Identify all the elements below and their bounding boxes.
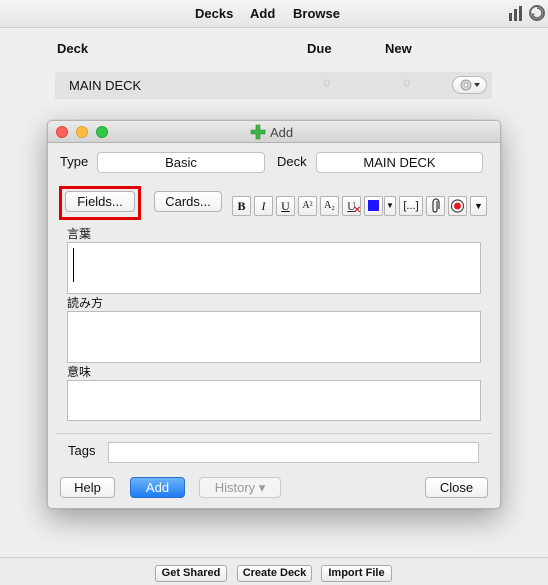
get-shared-button[interactable]: Get Shared <box>155 565 227 582</box>
tags-label: Tags <box>68 443 96 458</box>
deck-due-count: 0 <box>324 78 331 90</box>
dialog-titlebar[interactable]: Add <box>48 121 500 143</box>
close-button[interactable]: Close <box>425 477 488 498</box>
chevron-down-icon: ▼ <box>386 201 394 210</box>
clear-format-button[interactable]: U ✕ <box>342 196 361 216</box>
field-label-yomikata: 読み方 <box>67 296 104 310</box>
import-file-button[interactable]: Import File <box>321 565 392 582</box>
deck-label: Deck <box>277 154 307 169</box>
tags-input[interactable] <box>108 442 479 463</box>
text-caret <box>73 248 74 282</box>
note-type-selector[interactable]: Basic <box>97 152 265 173</box>
deck-new-count: 0 <box>404 78 411 90</box>
chevron-down-icon: ▼ <box>474 201 483 211</box>
record-audio-button[interactable] <box>448 196 467 216</box>
bold-button[interactable]: B <box>232 196 251 216</box>
cards-button[interactable]: Cards... <box>154 191 222 212</box>
type-label: Type <box>60 154 89 169</box>
text-color-dropdown[interactable]: ▼ <box>384 196 396 216</box>
italic-button[interactable]: I <box>254 196 273 216</box>
deck-row[interactable]: MAIN DECK 0 0 <box>55 72 492 99</box>
field-label-kotoba: 言葉 <box>67 227 92 241</box>
underline-button[interactable]: U <box>276 196 295 216</box>
cloze-button[interactable]: [...] <box>399 196 423 216</box>
close-window-button[interactable] <box>56 126 68 138</box>
help-button[interactable]: Help <box>60 477 115 498</box>
attach-media-button[interactable] <box>426 196 445 216</box>
deck-column-header: Deck <box>57 41 89 56</box>
add-plus-icon <box>250 124 266 140</box>
dialog-title: Add <box>270 125 294 140</box>
field-editor-kotoba[interactable] <box>67 242 481 294</box>
divider <box>56 433 492 434</box>
add-link[interactable]: Add <box>250 6 275 21</box>
field-label-imi: 意味 <box>67 365 92 379</box>
record-icon <box>450 199 465 213</box>
sync-icon[interactable] <box>528 4 546 22</box>
stats-icon[interactable] <box>507 4 525 22</box>
gear-icon <box>460 79 480 91</box>
zoom-window-button[interactable] <box>96 126 108 138</box>
subscript-button[interactable]: A₂ <box>320 196 339 216</box>
browse-link[interactable]: Browse <box>293 6 340 21</box>
decks-link[interactable]: Decks <box>195 6 233 21</box>
add-button[interactable]: Add <box>130 477 185 498</box>
new-column-header: New <box>385 41 412 56</box>
deck-options-button[interactable] <box>452 76 487 94</box>
fields-button-highlight <box>59 186 141 220</box>
minimize-window-button[interactable] <box>76 126 88 138</box>
paperclip-icon <box>432 198 440 213</box>
due-column-header: Due <box>307 41 332 56</box>
deck-name[interactable]: MAIN DECK <box>69 78 141 93</box>
deck-selector[interactable]: MAIN DECK <box>316 152 483 173</box>
bottom-toolbar: Get Shared Create Deck Import File <box>0 557 548 585</box>
create-deck-button[interactable]: Create Deck <box>237 565 312 582</box>
superscript-button[interactable]: A² <box>298 196 317 216</box>
clear-format-x-icon: ✕ <box>353 205 362 216</box>
more-options-dropdown[interactable]: ▼ <box>470 196 487 216</box>
main-toolbar: Decks Add Browse <box>0 0 548 28</box>
text-color-button[interactable] <box>364 196 383 216</box>
text-color-swatch-icon <box>368 200 379 211</box>
add-dialog: Add Type Basic Deck MAIN DECK Fields... … <box>47 120 501 509</box>
field-editor-imi[interactable] <box>67 380 481 421</box>
field-editor-yomikata[interactable] <box>67 311 481 363</box>
history-button: History ▾ <box>199 477 281 498</box>
